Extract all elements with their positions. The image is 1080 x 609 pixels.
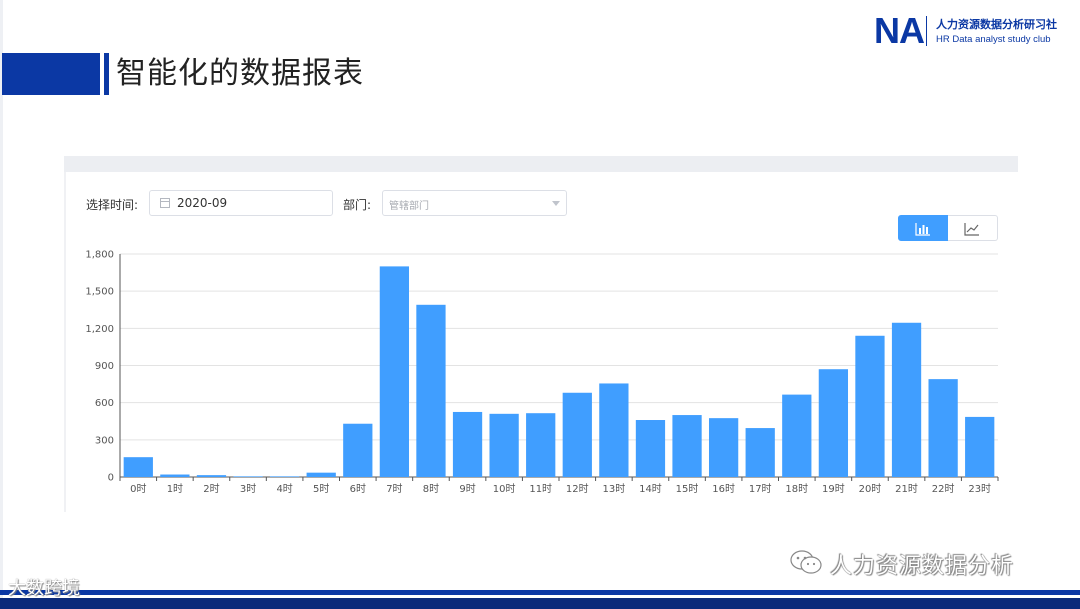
dept-select-placeholder: 管辖部门 (389, 201, 429, 212)
bar-11时[interactable] (526, 413, 556, 477)
footer-bar (0, 598, 1080, 609)
bar-10时[interactable] (489, 413, 519, 477)
logo-mark: NA (874, 10, 925, 51)
x-tick-label: 15时 (676, 483, 699, 495)
logo-name-cn: 人力资源数据分析研习社 (936, 18, 1057, 31)
bar-13时[interactable] (599, 383, 629, 477)
slide-title: 智能化的数据报表 (116, 56, 364, 91)
month-picker-input[interactable]: 2020-09 (149, 190, 333, 216)
logo-name-en: HR Data analyst study club (936, 34, 1051, 45)
hourly-bar-chart: 0 300 600 900 1,200 1,500 1,800 0时 1时 2时 3时 4时 5时 6时 7… (85, 250, 999, 495)
bar-chart-icon (915, 223, 930, 236)
x-tick-label: 6时 (350, 483, 366, 495)
chevron-down-icon (552, 201, 560, 206)
dept-filter-label: 部门: (343, 198, 372, 212)
x-tick-label: 21时 (895, 483, 918, 495)
x-tick-label: 23时 (968, 483, 991, 495)
title-accent-block (2, 53, 100, 95)
bar-18时[interactable] (782, 394, 812, 477)
y-tick-label: 900 (95, 361, 114, 372)
y-tick-label: 1,500 (85, 287, 114, 298)
wechat-icon (790, 550, 822, 574)
chart-type-toggle (898, 215, 998, 241)
bar-19时[interactable] (818, 369, 849, 477)
panel-left-border (64, 172, 66, 512)
x-tick-label: 0时 (130, 483, 146, 495)
x-tick-label: 2时 (203, 483, 219, 495)
bar-14时[interactable] (635, 420, 666, 477)
y-tick-label: 1,800 (85, 250, 114, 261)
x-tick-label: 12时 (566, 483, 589, 495)
x-tick-label: 8时 (423, 483, 439, 495)
line-chart-icon (964, 223, 979, 236)
bar-9时[interactable] (452, 411, 483, 477)
y-tick-label: 0 (108, 473, 114, 484)
footer-strip (0, 590, 1080, 595)
line-view-button[interactable] (948, 215, 998, 241)
bar-20时[interactable] (855, 335, 885, 477)
y-tick-label: 300 (95, 435, 114, 446)
month-picker-value: 2020-09 (177, 196, 228, 210)
calendar-icon (160, 198, 170, 208)
x-tick-label: 22时 (932, 483, 955, 495)
bar-6时[interactable] (343, 423, 373, 477)
x-tick-label: 18时 (785, 483, 808, 495)
footer-logo: 大数跨境 (8, 578, 80, 599)
dept-select[interactable]: 管辖部门 (382, 190, 567, 216)
bar-1时[interactable] (160, 474, 190, 477)
bar-12时[interactable] (562, 392, 592, 477)
x-tick-label: 10时 (493, 483, 516, 495)
bar-4时[interactable] (269, 476, 300, 477)
panel-header-strip (64, 156, 1018, 172)
x-tick-label: 5时 (313, 483, 329, 495)
bar-2时[interactable] (196, 475, 227, 477)
x-tick-label: 4时 (276, 483, 292, 495)
x-tick-label: 9时 (459, 483, 475, 495)
watermark-text: 人力资源数据分析 (830, 554, 1015, 579)
bar-22时[interactable] (928, 379, 958, 477)
x-tick-label: 1时 (167, 483, 183, 495)
x-tick-label: 3时 (240, 483, 256, 495)
bar-view-button[interactable] (898, 215, 948, 241)
y-tick-label: 600 (95, 398, 114, 409)
bar-7时[interactable] (379, 266, 410, 477)
time-filter-label: 选择时间: (86, 198, 139, 212)
bar-16时[interactable] (708, 418, 739, 477)
x-tick-label: 17时 (749, 483, 772, 495)
y-tick-label: 1,200 (85, 324, 114, 335)
bar-17时[interactable] (745, 428, 775, 477)
bar-8时[interactable] (416, 304, 446, 477)
x-tick-label: 13时 (603, 483, 626, 495)
x-tick-label: 20时 (859, 483, 882, 495)
x-tick-label: 14时 (639, 483, 662, 495)
x-tick-label: 19时 (822, 483, 845, 495)
bar-0时[interactable] (123, 457, 153, 477)
bar-3时[interactable] (233, 476, 263, 477)
bar-21时[interactable] (891, 322, 922, 477)
x-tick-label: 16时 (712, 483, 735, 495)
bar-23时[interactable] (965, 416, 995, 477)
x-tick-label: 7时 (386, 483, 402, 495)
bar-5时[interactable] (306, 472, 336, 477)
x-tick-label: 11时 (529, 483, 552, 495)
title-accent-line (104, 53, 109, 95)
bar-15时[interactable] (672, 415, 702, 477)
logo-divider (926, 16, 927, 46)
